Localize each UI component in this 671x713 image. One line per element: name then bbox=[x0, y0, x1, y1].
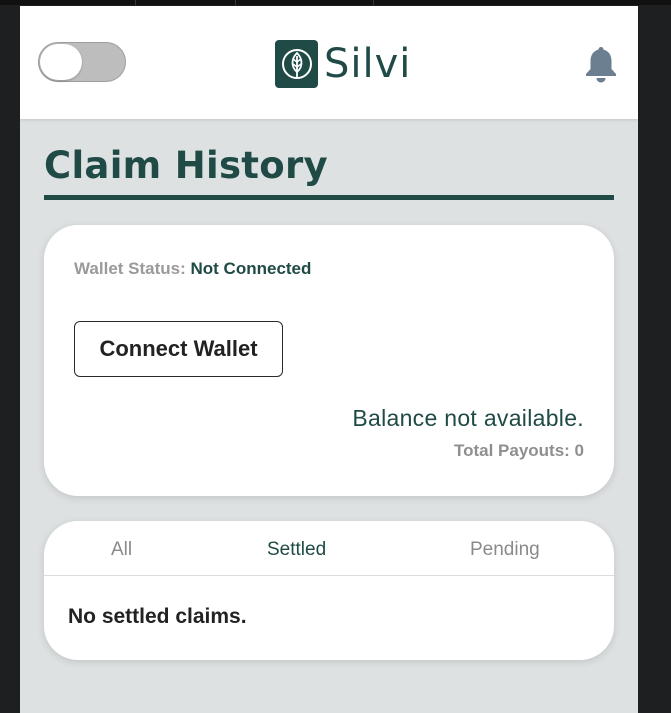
bell-icon[interactable] bbox=[583, 44, 619, 84]
empty-claims-message: No settled claims. bbox=[68, 605, 247, 628]
tab-all[interactable]: All bbox=[111, 539, 132, 561]
page-title: Claim History bbox=[44, 144, 328, 187]
leaf-icon bbox=[275, 40, 318, 88]
window-top-bar bbox=[0, 0, 671, 5]
top-bar-divider bbox=[135, 0, 136, 5]
total-payouts: Total Payouts: 0 bbox=[453, 441, 584, 460]
app-header: Silvi bbox=[20, 6, 638, 119]
wallet-status: Wallet Status: Not Connected bbox=[74, 259, 311, 279]
tab-pending[interactable]: Pending bbox=[470, 539, 540, 561]
top-bar-divider bbox=[235, 0, 236, 5]
wallet-status-label: Wallet Status: bbox=[74, 259, 186, 278]
toggle-knob bbox=[40, 44, 82, 80]
tab-settled[interactable]: Settled bbox=[267, 539, 326, 561]
balance-text: Balance not available. bbox=[352, 405, 584, 431]
wallet-card: Wallet Status: Not Connected Connect Wal… bbox=[44, 225, 614, 496]
brand-logo[interactable]: Silvi bbox=[275, 40, 411, 88]
claims-tabs: All Settled Pending bbox=[44, 521, 614, 576]
app-screen: Silvi Claim History Wallet Status: Not C… bbox=[20, 6, 638, 713]
wallet-status-value: Not Connected bbox=[190, 259, 312, 278]
connect-wallet-button[interactable]: Connect Wallet bbox=[74, 321, 283, 377]
top-bar-divider bbox=[373, 0, 374, 5]
claims-card: All Settled Pending No settled claims. bbox=[44, 521, 614, 660]
title-underline bbox=[44, 195, 614, 200]
brand-name: Silvi bbox=[324, 41, 412, 87]
theme-toggle[interactable] bbox=[38, 42, 126, 82]
